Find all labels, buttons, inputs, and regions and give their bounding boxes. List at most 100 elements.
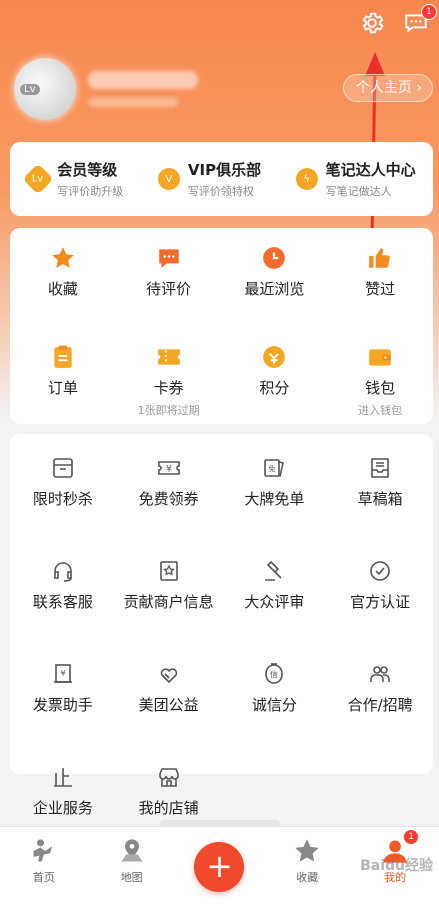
gavel-icon	[260, 557, 288, 585]
store-icon	[155, 763, 183, 791]
recent-browse-shortcut[interactable]: 最近浏览	[222, 228, 328, 327]
clock-icon	[260, 244, 288, 272]
contribute-merchant-label: 贡献商户信息	[123, 593, 214, 611]
charity-shortcut[interactable]: 美团公益	[116, 640, 222, 743]
charity-label: 美团公益	[138, 696, 199, 714]
level-tag: Lv	[20, 84, 40, 95]
member-level-sub: 写评价助升级	[57, 185, 124, 198]
credit-score-label: 诚信分	[251, 696, 297, 714]
headset-icon	[49, 557, 77, 585]
free-coupon-label: 免费领券	[138, 490, 199, 508]
points-shortcut[interactable]: 积分	[222, 327, 328, 426]
people-icon	[366, 660, 394, 688]
messages-button[interactable]: 1	[401, 4, 437, 38]
vip-club-entry[interactable]: V VIP俱乐部 写评价领特权	[157, 159, 262, 199]
gear-icon	[362, 12, 384, 34]
yen-ticket-icon: ¥	[155, 454, 183, 482]
vip-icon: V	[157, 168, 180, 190]
invoice-helper-label: 发票助手	[32, 696, 93, 714]
user-profile[interactable]: Lv	[14, 58, 198, 120]
points-label: 积分	[259, 379, 290, 397]
credit-score-shortcut[interactable]: 信 诚信分	[222, 640, 328, 743]
clipboard-icon	[49, 343, 77, 371]
flash-sale-shortcut[interactable]: 限时秒杀	[10, 434, 116, 537]
brand-free-shortcut[interactable]: 免 大牌免单	[222, 434, 328, 537]
member-level-title: 会员等级	[57, 161, 118, 179]
tab-map[interactable]: 地图	[92, 827, 172, 885]
enterprise-icon	[49, 763, 77, 791]
star-icon	[49, 244, 77, 272]
partnership-label: 合作/招聘	[347, 696, 413, 714]
invoice-icon: ¥	[49, 660, 77, 688]
primary-shortcuts-card: 收藏 待评价 最近浏览 赞过 订单 卡券 1张即将过期 积分 钱包 进入钱包	[10, 228, 433, 424]
heart-hand-icon	[155, 660, 183, 688]
invoice-helper-shortcut[interactable]: ¥ 发票助手	[10, 640, 116, 743]
level-icon: Lv	[22, 163, 54, 195]
user-info-blurred	[88, 97, 178, 107]
svg-text:¥: ¥	[60, 669, 65, 678]
drafts-label: 草稿箱	[357, 490, 403, 508]
favorites-label: 收藏	[47, 280, 78, 298]
contribute-merchant-shortcut[interactable]: 贡献商户信息	[116, 537, 222, 640]
svg-text:信: 信	[270, 670, 278, 680]
wallet-shortcut[interactable]: 钱包 进入钱包	[327, 327, 433, 426]
tab-map-label: 地图	[120, 871, 143, 884]
notes-expert-title: 笔记达人中心	[325, 161, 416, 179]
liked-shortcut[interactable]: 赞过	[327, 228, 433, 327]
public-review-label: 大众评审	[244, 593, 305, 611]
merchant-badge-icon	[155, 557, 183, 585]
home-icon	[33, 839, 53, 862]
tab-favorites[interactable]: 收藏	[267, 827, 347, 885]
member-card: Lv 会员等级 写评价助升级 V VIP俱乐部 写评价领特权 ϟ 笔记达人中心 …	[10, 142, 433, 216]
brand-free-label: 大牌免单	[244, 490, 305, 508]
customer-service-shortcut[interactable]: 联系客服	[10, 537, 116, 640]
member-level-entry[interactable]: Lv 会员等级 写评价助升级	[22, 159, 124, 199]
official-verify-shortcut[interactable]: 官方认证	[327, 537, 433, 640]
message-badge: 1	[421, 4, 437, 20]
free-coupon-shortcut[interactable]: ¥ 免费领券	[116, 434, 222, 537]
pending-review-label: 待评价	[146, 280, 192, 298]
partnership-shortcut[interactable]: 合作/招聘	[327, 640, 433, 743]
customer-service-label: 联系客服	[32, 593, 93, 611]
mine-badge: 1	[403, 829, 420, 845]
vip-club-title: VIP俱乐部	[187, 161, 262, 179]
map-pin-icon	[121, 839, 143, 862]
top-icon-bar: 1	[357, 4, 437, 38]
notes-expert-sub: 写笔记做达人	[325, 185, 392, 198]
add-button[interactable]: +	[194, 842, 245, 892]
drafts-icon	[366, 454, 394, 482]
ticket-icon	[155, 343, 183, 371]
avatar[interactable]: Lv	[14, 58, 76, 120]
watermark: Baidu经验	[360, 858, 433, 874]
notes-expert-entry[interactable]: ϟ 笔记达人中心 写笔记做达人	[295, 159, 416, 199]
star-icon	[295, 839, 319, 862]
liked-label: 赞过	[365, 280, 396, 298]
comment-icon	[155, 244, 183, 272]
wallet-label: 钱包	[365, 379, 396, 397]
settings-button[interactable]	[357, 8, 387, 38]
orders-shortcut[interactable]: 订单	[10, 327, 116, 426]
vip-club-sub: 写评价领特权	[187, 185, 254, 198]
coupons-label: 卡券	[153, 379, 184, 397]
official-verify-label: 官方认证	[350, 593, 411, 611]
wallet-icon	[366, 343, 394, 371]
my-store-label: 我的店铺	[138, 799, 199, 817]
tab-favorites-label: 收藏	[296, 871, 319, 884]
tab-add[interactable]: +	[179, 827, 259, 892]
personal-homepage-link[interactable]: 个人主页 ›	[342, 74, 433, 102]
tab-home[interactable]: 首页	[4, 827, 84, 885]
pending-review-shortcut[interactable]: 待评价	[116, 228, 222, 327]
public-review-shortcut[interactable]: 大众评审	[222, 537, 328, 640]
check-circle-icon	[366, 557, 394, 585]
tab-home-label: 首页	[32, 871, 55, 884]
credit-icon: 信	[260, 660, 288, 688]
svg-text:免: 免	[269, 464, 276, 473]
coupons-shortcut[interactable]: 卡券 1张即将过期	[116, 327, 222, 426]
svg-text:¥: ¥	[166, 465, 172, 475]
services-card: 限时秒杀 ¥ 免费领券 免 大牌免单 草稿箱 联系客服 贡献商户信息 大众评审 …	[10, 434, 433, 817]
free-order-icon: 免	[260, 454, 288, 482]
flash-sale-label: 限时秒杀	[32, 490, 93, 508]
drafts-shortcut[interactable]: 草稿箱	[327, 434, 433, 537]
favorites-shortcut[interactable]: 收藏	[10, 228, 116, 327]
bolt-icon: ϟ	[295, 168, 318, 190]
